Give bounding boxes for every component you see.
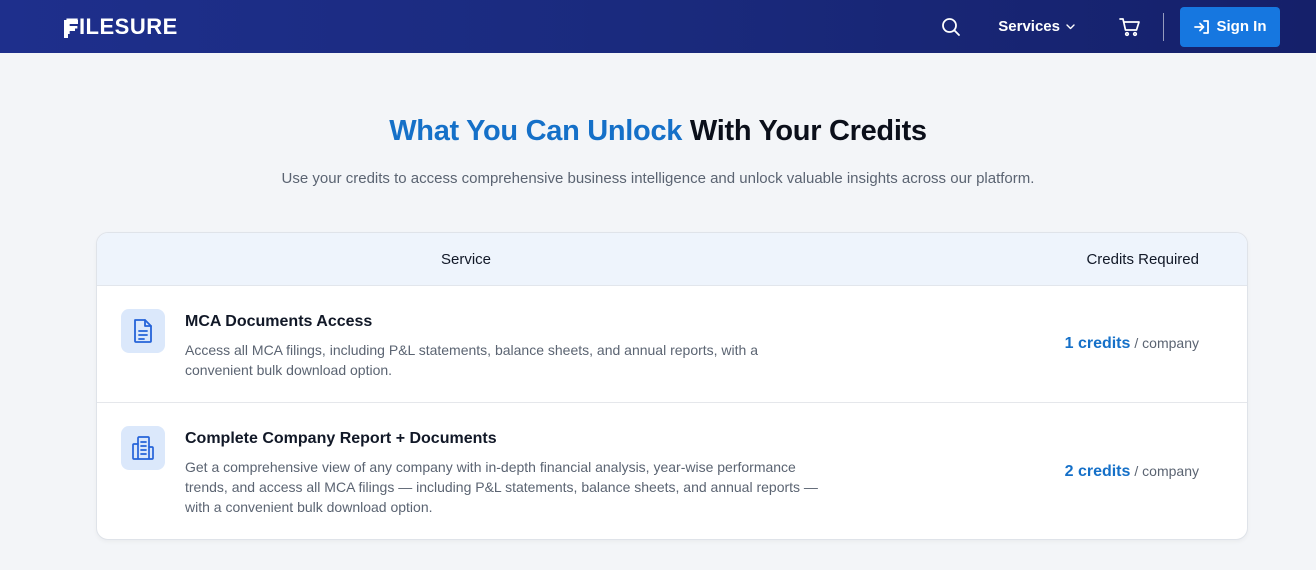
document-icon	[121, 309, 165, 353]
chevron-down-icon	[1066, 23, 1075, 30]
row-text: Complete Company Report + Documents Get …	[185, 430, 825, 517]
credits-unit: / company	[1134, 462, 1199, 479]
hero-section: What You Can Unlock With Your Credits Us…	[0, 53, 1316, 187]
top-navbar: FILESURE Services Sign In	[0, 0, 1316, 53]
credits-cell: 2 credits / company	[1065, 463, 1199, 481]
cart-icon[interactable]	[1119, 16, 1141, 38]
credits-table: Service Credits Required MCA Documents A…	[96, 232, 1248, 540]
service-description: Get a comprehensive view of any company …	[185, 459, 818, 515]
column-header-service: Service	[441, 250, 492, 268]
sign-in-button[interactable]: Sign In	[1180, 6, 1280, 47]
row-text: MCA Documents Access Access all MCA fili…	[185, 313, 825, 380]
services-label: Services	[998, 18, 1060, 35]
services-menu[interactable]: Services	[998, 18, 1075, 35]
logo-mark-icon	[64, 18, 78, 38]
logo-text: FILESURE	[65, 13, 178, 39]
page-title-accent: What You Can Unlock	[389, 115, 683, 147]
table-row: Complete Company Report + Documents Get …	[97, 403, 1247, 539]
sign-in-label: Sign In	[1216, 18, 1267, 35]
page-title-rest: With Your Credits	[689, 115, 927, 147]
column-header-credits: Credits Required	[1086, 250, 1199, 268]
credits-unit: / company	[1134, 335, 1199, 351]
table-row: MCA Documents Access Access all MCA fili…	[97, 286, 1247, 403]
page-subtitle: Use your credits to access comprehensive…	[281, 170, 1035, 187]
nav-actions: Services Sign In	[940, 6, 1280, 47]
search-icon[interactable]	[940, 16, 962, 38]
building-report-icon	[121, 426, 165, 470]
sign-in-icon	[1193, 19, 1209, 34]
service-title: MCA Documents Access	[185, 313, 373, 330]
service-title: Complete Company Report + Documents	[185, 430, 497, 447]
table-header: Service Credits Required	[97, 233, 1247, 286]
service-description: Access all MCA filings, including P&L st…	[185, 342, 759, 378]
credits-amount: 2 credits	[1064, 462, 1131, 480]
credits-cell: 1 credits / company	[1065, 335, 1199, 353]
filesure-logo[interactable]: FILESURE	[64, 14, 178, 40]
page-title: What You Can Unlock With Your Credits	[0, 115, 1316, 148]
nav-divider	[1163, 12, 1164, 41]
credits-amount: 1 credits	[1064, 335, 1131, 352]
